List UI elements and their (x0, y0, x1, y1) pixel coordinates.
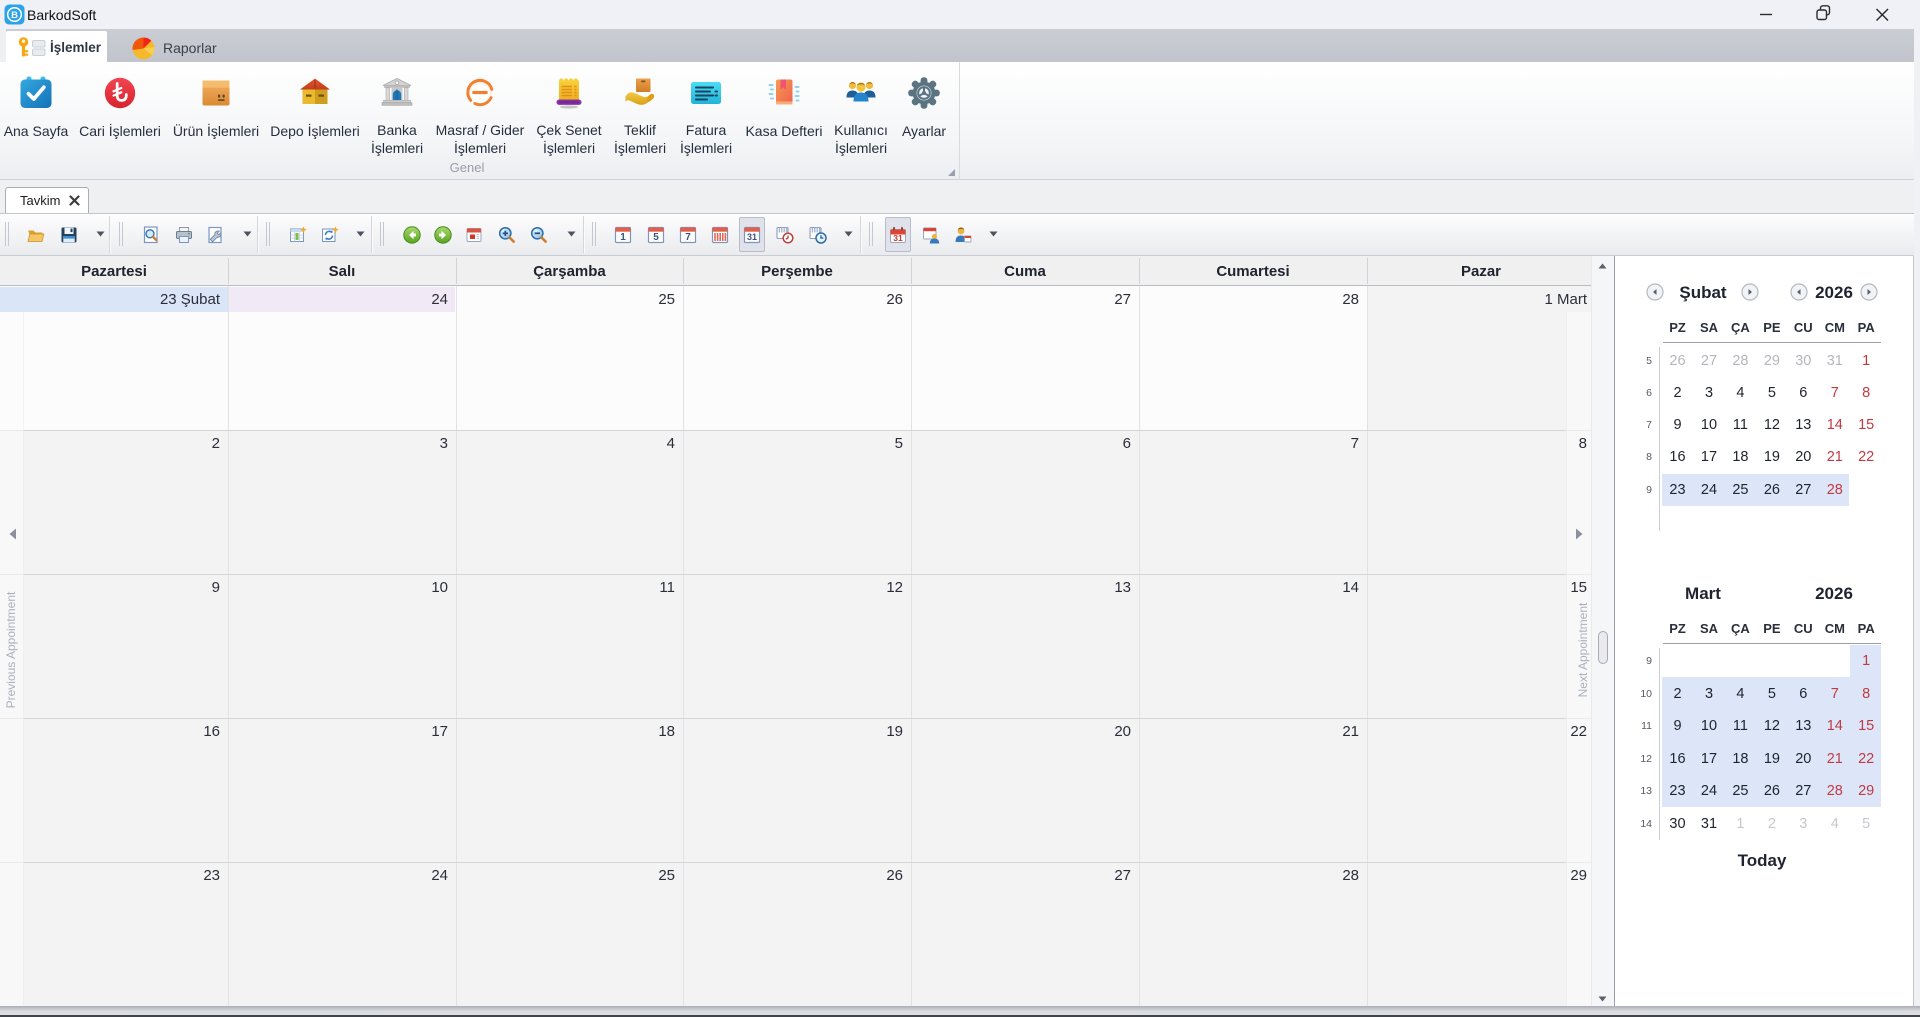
svg-text:7: 7 (685, 232, 691, 243)
svg-text:B: B (11, 10, 18, 21)
svg-text:31: 31 (893, 233, 903, 243)
svg-text:5: 5 (653, 232, 659, 243)
svg-text:1: 1 (620, 232, 626, 243)
svg-text:31: 31 (747, 232, 757, 242)
